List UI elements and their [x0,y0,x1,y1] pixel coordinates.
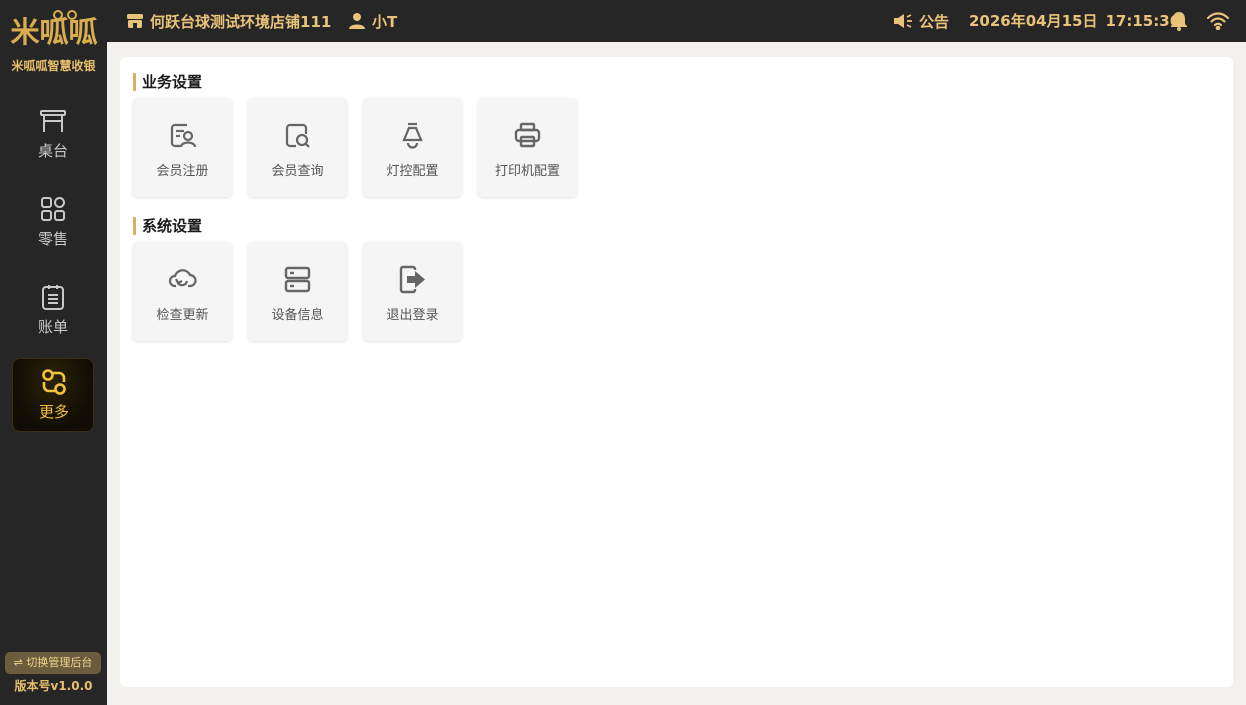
wifi-status [1206,0,1230,42]
nav-item-table[interactable]: 桌台 [12,98,94,172]
nav-item-bill[interactable]: 账单 [12,274,94,348]
member-register-button[interactable]: 会员注册 [133,98,232,197]
table-icon [40,110,66,132]
printer-icon [514,122,541,148]
user-info[interactable]: 小T [348,0,397,42]
nav-label-retail: 零售 [37,230,68,248]
main-panel: 业务设置 会员注册 会员查询 灯控配置 打印机配置 系统设置 检查更新 设备信息… [120,57,1233,687]
brand-name: 米呱呱智慧收银 [11,59,96,73]
clipboard-icon [42,285,64,310]
grid-icon [41,197,65,221]
logout-button[interactable]: 退出登录 [363,242,462,341]
member-register-icon [170,123,197,148]
logout-icon [399,265,425,294]
user-icon [348,12,366,30]
notice-button[interactable]: 公告 [893,0,949,42]
check-update-button[interactable]: 检查更新 [133,242,232,341]
server-icon [284,266,311,293]
nav-label-bill: 账单 [37,318,68,336]
store-selector[interactable]: 何跃台球测试环境店铺111 [126,0,331,42]
nav-label-table: 桌台 [37,142,68,160]
brand-logo-icon: 米呱呱 [10,10,98,48]
nav-item-retail[interactable]: 零售 [12,186,94,260]
top-bar: 何跃台球测试环境店铺111 小T 公告 2026年04月15日 17:15:36 [107,0,1246,42]
switch-admin-button[interactable]: ⇌ 切换管理后台 [5,652,101,674]
svg-text:米呱呱: 米呱呱 [10,15,97,48]
lamp-icon [402,122,423,149]
brand: 米呱呱 米呱呱智慧收银 [0,0,107,80]
lamp-config-button[interactable]: 灯控配置 [363,98,462,197]
time-text: 17:15:36 [1105,12,1181,30]
date-text: 2026年04月15日 [969,12,1098,30]
version-label: 版本号v1.0.0 [14,679,93,693]
member-search-label: 会员查询 [271,164,324,179]
nav-item-more[interactable]: 更多 [12,358,94,432]
store-icon [126,12,144,30]
member-search-icon [285,123,310,148]
megaphone-icon [893,12,913,30]
cloud-refresh-icon [168,269,197,288]
more-link-icon [42,369,66,395]
lamp-config-label: 灯控配置 [386,164,439,179]
section-title-system: 系统设置 [133,217,202,235]
notification-button[interactable] [1170,0,1188,42]
wifi-icon [1206,12,1230,30]
store-name: 何跃台球测试环境店铺111 [150,12,332,31]
notice-label: 公告 [919,12,950,31]
printer-config-button[interactable]: 打印机配置 [478,98,577,197]
device-info-label: 设备信息 [271,308,324,323]
bell-icon [1170,11,1188,31]
user-name: 小T [372,12,398,31]
check-update-label: 检查更新 [156,308,209,323]
logout-label: 退出登录 [386,308,439,323]
member-register-label: 会员注册 [156,164,209,179]
device-info-button[interactable]: 设备信息 [248,242,347,341]
sidebar: 米呱呱 米呱呱智慧收银 桌台 零售 账单 更多 ⇌ 切换管理后台 版本号v1.0… [0,0,107,705]
nav-label-more: 更多 [38,403,69,421]
datetime: 2026年04月15日 17:15:36 [969,0,1180,42]
section-title-business: 业务设置 [133,73,202,91]
printer-config-label: 打印机配置 [494,164,560,179]
member-search-button[interactable]: 会员查询 [248,98,347,197]
